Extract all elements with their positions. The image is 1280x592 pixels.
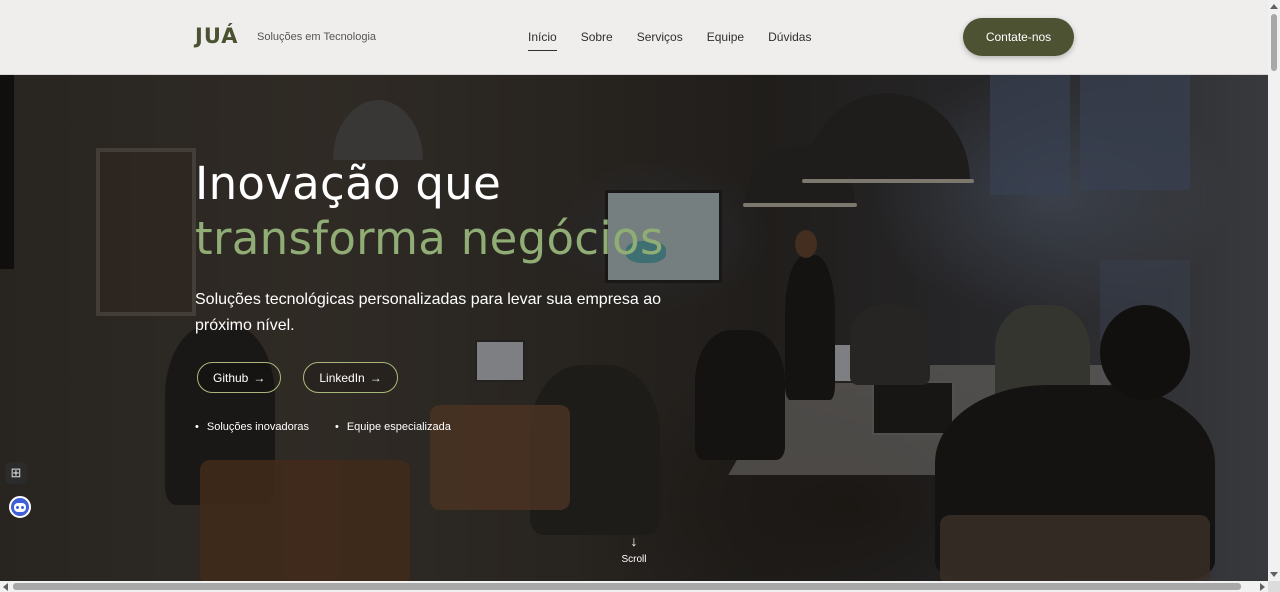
scroll-indicator[interactable]: ↓ Scroll (600, 533, 668, 565)
arrow-right-icon: → (253, 370, 266, 385)
contact-button[interactable]: Contate-nos (963, 18, 1074, 56)
scroll-right-icon[interactable] (1260, 583, 1265, 591)
bullet-icon: • (334, 421, 339, 433)
nav-duvidas[interactable]: Dúvidas (768, 30, 811, 48)
horizontal-scrollbar[interactable] (0, 581, 1280, 592)
vertical-scroll-thumb[interactable] (1271, 14, 1277, 71)
feature-list: • Soluções inovadoras • Equipe especializa… (195, 421, 451, 433)
hero-title-line2: transforma negócios (195, 212, 664, 265)
feature-item: • Equipe especializada (335, 421, 451, 433)
hero-section: Inovação que transforma negócios Soluçõe… (0, 75, 1268, 581)
hero-title-line1: Inovação que (195, 157, 502, 210)
nav-servicos[interactable]: Serviços (637, 30, 683, 48)
scroll-label: Scroll (621, 554, 647, 565)
feature-label: Soluções inovadoras (206, 421, 309, 433)
github-button[interactable]: Github → (197, 362, 282, 393)
arrow-right-icon: → (369, 370, 382, 385)
scroll-left-icon[interactable] (3, 583, 8, 591)
scroll-up-icon[interactable] (1270, 4, 1278, 9)
linkedin-button-label: LinkedIn (319, 370, 365, 385)
nav-sobre[interactable]: Sobre (581, 30, 613, 48)
hero-buttons: Github → LinkedIn → (197, 362, 398, 393)
nav-inicio[interactable]: Início (528, 30, 557, 51)
feature-label: Equipe especializada (346, 421, 451, 433)
hero-title: Inovação que transforma negócios (195, 156, 664, 266)
bullet-icon: • (195, 421, 199, 433)
arrow-down-icon: ↓ (630, 533, 638, 549)
scrollbar-corner (1268, 581, 1280, 592)
feature-item: • Soluções inovadoras (195, 421, 309, 433)
horizontal-scroll-thumb[interactable] (13, 583, 1241, 590)
scroll-down-icon[interactable] (1270, 572, 1278, 577)
chatbot-icon[interactable] (9, 496, 31, 518)
linkedin-button[interactable]: LinkedIn → (303, 362, 398, 393)
logo[interactable]: JUÁ (195, 24, 238, 48)
site-header: JUÁ Soluções em Tecnologia Início Sobre … (0, 0, 1268, 75)
vertical-scrollbar[interactable] (1268, 0, 1280, 581)
main-nav: Início Sobre Serviços Equipe Dúvidas (528, 30, 835, 51)
tagline: Soluções em Tecnologia (257, 31, 377, 43)
apps-grid-icon[interactable]: ⊞ (5, 462, 27, 484)
hero-subtitle: Soluções tecnológicas personalizadas par… (195, 291, 662, 334)
github-button-label: Github (213, 370, 249, 385)
nav-equipe[interactable]: Equipe (707, 30, 744, 48)
